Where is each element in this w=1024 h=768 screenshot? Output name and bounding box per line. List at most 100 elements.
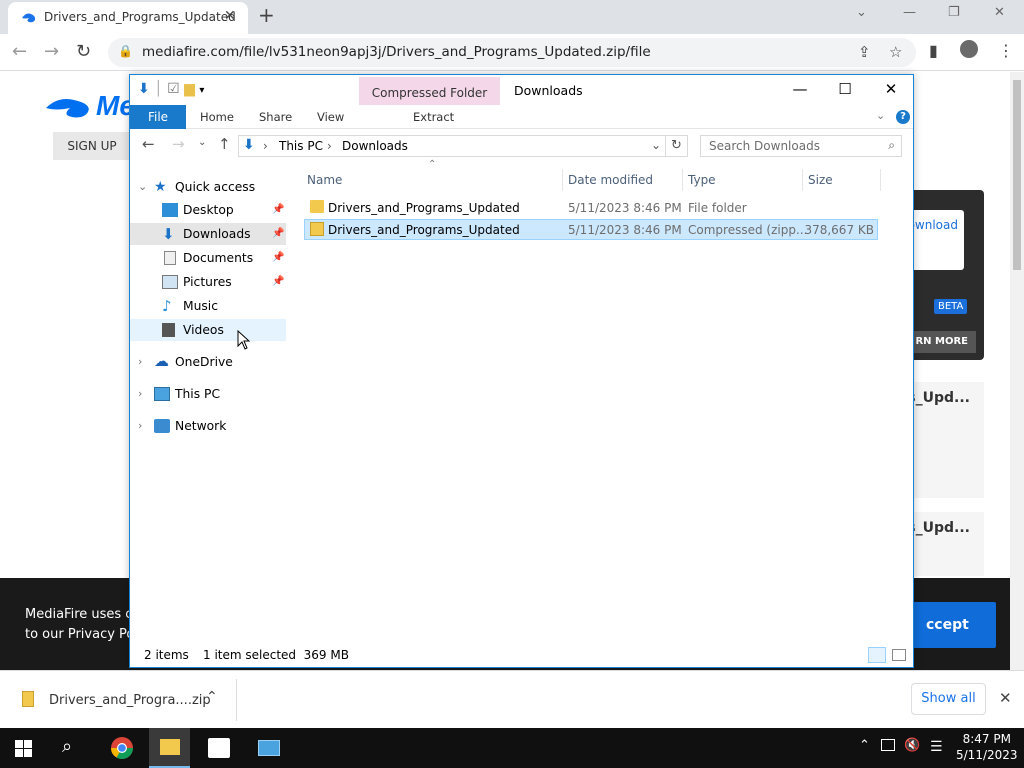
share-icon[interactable]: ⇪ <box>858 43 871 61</box>
up-icon[interactable]: ↑ <box>218 135 231 153</box>
chevron-down-icon[interactable]: ⌄ <box>138 176 147 198</box>
reload-icon[interactable]: ↻ <box>76 41 91 62</box>
action-center-icon[interactable]: ☰ <box>930 739 943 755</box>
page-scrollbar[interactable] <box>1010 72 1024 670</box>
new-tab-button[interactable]: + <box>258 3 275 27</box>
chrome-icon[interactable] <box>110 736 134 760</box>
nav-this-pc[interactable]: › This PC <box>130 383 286 405</box>
nav-downloads[interactable]: ⬇ Downloads 📌 <box>130 223 286 245</box>
download-arrow-icon[interactable]: ⬇ <box>138 81 150 97</box>
profile-avatar-icon[interactable] <box>960 40 978 58</box>
tab-file[interactable]: File <box>130 105 186 129</box>
large-icons-view-icon[interactable] <box>892 649 906 661</box>
breadcrumb-downloads[interactable]: Downloads <box>342 139 408 153</box>
search-icon[interactable]: ⌕ <box>62 736 72 757</box>
mediafire-logo[interactable]: Me <box>44 90 135 122</box>
related-file-card[interactable]: s_Upd... <box>904 382 984 498</box>
nav-desktop[interactable]: Desktop 📌 <box>130 199 286 221</box>
lock-icon[interactable]: 🔒 <box>118 44 133 58</box>
close-window-icon[interactable]: ✕ <box>994 5 1005 20</box>
url-text[interactable]: mediafire.com/file/lv531neon9apj3j/Drive… <box>142 44 651 60</box>
search-box[interactable]: Search Downloads ⌕ <box>700 135 902 157</box>
recent-locations-icon[interactable]: ⌄ <box>198 137 206 148</box>
column-divider[interactable] <box>682 169 683 191</box>
show-hidden-icons-icon[interactable]: ⌃ <box>859 738 870 753</box>
column-divider[interactable] <box>562 169 563 191</box>
chevron-up-icon[interactable]: ⌃ <box>206 689 218 705</box>
scrollbar-thumb[interactable] <box>1013 80 1021 270</box>
pin-icon[interactable]: 📌 <box>272 223 284 245</box>
maximize-icon[interactable]: ☐ <box>830 80 860 98</box>
explorer-address-bar[interactable]: ⬇ › This PC › Downloads ⌄ <box>238 135 666 157</box>
nav-videos[interactable]: Videos <box>130 319 286 341</box>
close-downloads-bar-icon[interactable]: ✕ <box>999 689 1012 707</box>
chevron-right-icon[interactable]: › <box>138 383 142 405</box>
tab-search-icon[interactable]: ⌄ <box>856 5 867 20</box>
windows-start-icon[interactable] <box>15 740 32 757</box>
tab-extract[interactable]: Extract <box>413 110 454 124</box>
minimize-icon[interactable]: — <box>903 5 916 20</box>
refresh-icon[interactable]: ↻ <box>666 135 688 157</box>
store-icon[interactable] <box>208 738 230 758</box>
column-type[interactable]: Type <box>688 173 716 187</box>
new-folder-icon[interactable]: ▆ <box>184 81 195 97</box>
system-clock[interactable]: 8:47 PM 5/11/2023 <box>956 731 1018 763</box>
pin-icon[interactable]: 📌 <box>272 271 284 293</box>
breadcrumb-sep-icon[interactable]: › <box>327 139 332 153</box>
bookmark-star-icon[interactable]: ☆ <box>889 43 902 61</box>
properties-icon[interactable]: ☑ <box>167 81 180 97</box>
pin-icon[interactable]: 📌 <box>272 247 284 269</box>
search-placeholder[interactable]: Search Downloads <box>709 139 820 153</box>
side-panel-icon[interactable]: ▮ <box>929 41 938 60</box>
column-name[interactable]: Name <box>307 173 342 187</box>
back-icon[interactable]: ← <box>142 135 155 153</box>
nav-music[interactable]: ♪ Music <box>130 295 286 317</box>
related-file-card[interactable]: s_Upd... <box>904 512 984 576</box>
chevron-right-icon[interactable]: › <box>138 351 142 373</box>
file-row[interactable]: Drivers_and_Programs_Updated 5/11/2023 8… <box>304 198 878 219</box>
network-status-icon[interactable] <box>881 739 895 751</box>
details-view-icon[interactable] <box>868 647 886 663</box>
column-divider[interactable] <box>880 169 881 191</box>
nav-pictures[interactable]: Pictures 📌 <box>130 271 286 293</box>
breadcrumb-this-pc[interactable]: This PC <box>279 139 323 153</box>
back-icon[interactable]: ← <box>12 41 27 62</box>
close-icon[interactable]: ✕ <box>876 80 906 98</box>
nav-onedrive[interactable]: › ☁ OneDrive <box>130 351 286 373</box>
download-item-name[interactable]: Drivers_and_Progra....zip <box>49 693 211 708</box>
column-date-modified[interactable]: Date modified <box>568 173 653 187</box>
nav-network[interactable]: › Network <box>130 415 286 437</box>
breadcrumb-sep-icon[interactable]: › <box>263 139 268 153</box>
address-dropdown-icon[interactable]: ⌄ <box>651 138 661 152</box>
restore-icon[interactable]: ❐ <box>948 5 960 20</box>
column-divider[interactable] <box>802 169 803 191</box>
menu-kebab-icon[interactable]: ⋮ <box>998 41 1014 60</box>
forward-icon[interactable]: → <box>172 135 185 153</box>
browser-tab[interactable]: Drivers_and_Programs_Updated ✕ <box>8 2 248 34</box>
control-panel-icon[interactable] <box>258 740 280 756</box>
learn-more-button[interactable]: RN MORE <box>904 331 976 353</box>
minimize-icon[interactable]: — <box>785 80 815 98</box>
item-count: 2 items <box>144 648 189 662</box>
signup-button[interactable]: SIGN UP <box>53 132 131 160</box>
show-all-button[interactable]: Show all <box>911 683 986 715</box>
search-icon[interactable]: ⌕ <box>888 138 895 153</box>
pin-icon[interactable]: 📌 <box>272 199 284 221</box>
tab-share[interactable]: Share <box>259 110 292 124</box>
close-tab-icon[interactable]: ✕ <box>224 8 236 24</box>
tab-view[interactable]: View <box>317 110 344 124</box>
qat-dropdown-icon[interactable]: ▾ <box>199 85 204 96</box>
volume-muted-icon[interactable]: 🔇 <box>904 738 920 753</box>
compressed-folder-tools-tab[interactable]: Compressed Folder Tools <box>359 77 500 132</box>
help-icon[interactable]: ? <box>896 110 910 124</box>
file-row-selected[interactable]: Drivers_and_Programs_Updated 5/11/2023 8… <box>304 219 878 240</box>
chevron-right-icon[interactable]: › <box>138 415 142 437</box>
address-bar[interactable]: 🔒 mediafire.com/file/lv531neon9apj3j/Dri… <box>108 38 916 67</box>
forward-icon[interactable]: → <box>44 41 59 62</box>
nav-quick-access[interactable]: ⌄ ★ Quick access <box>130 176 286 198</box>
file-explorer-taskbar-button[interactable] <box>149 728 190 768</box>
expand-ribbon-icon[interactable]: ⌄ <box>876 109 885 122</box>
column-size[interactable]: Size <box>808 173 833 187</box>
tab-home[interactable]: Home <box>200 110 234 124</box>
nav-documents[interactable]: Documents 📌 <box>130 247 286 269</box>
